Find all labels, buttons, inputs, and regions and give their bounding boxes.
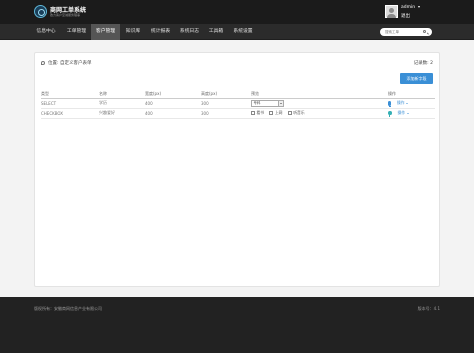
nav-item-customer-management[interactable]: 客户管理: [91, 24, 120, 40]
copyright-text: 版权所有：安徽商网信息产业有限公司: [34, 306, 102, 311]
preview-checkbox-label: 看书: [256, 110, 265, 115]
preview-select-value: 专科: [253, 100, 261, 105]
version-text: 版本号：4.1: [417, 306, 440, 311]
cell-type: CHECKBOX: [41, 108, 99, 119]
cell-actions: 操作: [388, 98, 435, 109]
nav-item-ticket-management[interactable]: 工单管理: [62, 24, 91, 40]
preview-checkbox[interactable]: [287, 111, 292, 115]
chevron-down-icon[interactable]: [406, 102, 409, 104]
column-header-preview: 预览: [251, 90, 388, 99]
table-row: CHECKBOX 兴趣爱好 400 300 看书 上网 听音乐 操作: [41, 108, 435, 119]
content-panel: 位置: 自定义客户表单 记录数: 2 添加新字段 类型 名称 宽度(px) 高度…: [34, 52, 440, 287]
logo-icon: [34, 5, 47, 18]
column-header-actions: 操作: [388, 90, 435, 99]
search-icon[interactable]: [423, 29, 426, 33]
column-header-width: 宽度(px): [145, 90, 201, 99]
nav-item-info-center[interactable]: 信息中心: [30, 24, 62, 40]
add-field-button[interactable]: 添加新字段: [400, 73, 433, 84]
row-action-menu[interactable]: 操作: [397, 100, 405, 105]
preview-checkbox[interactable]: [251, 111, 255, 115]
breadcrumb: 位置: 自定义客户表单: [48, 61, 92, 66]
cell-width: 400: [145, 98, 201, 109]
table-row: SELECT 学历 400 300 专科 操作: [41, 98, 435, 109]
nav-item-statistics[interactable]: 统计报表: [146, 24, 175, 40]
logo-subtitle: 致力客户至诚服务理事: [50, 13, 81, 17]
main-nav: 信息中心 工单管理 客户管理 知识库 统计报表 系统日志 工具箱 系统设置: [0, 24, 474, 40]
avatar[interactable]: [385, 5, 398, 18]
footer: 版权所有：安徽商网信息产业有限公司 版本号：4.1: [0, 297, 474, 353]
preview-checkbox[interactable]: [269, 111, 274, 115]
nav-item-knowledge-base[interactable]: 知识库: [120, 24, 146, 40]
pin-icon[interactable]: [388, 111, 392, 117]
top-bar: 商网工单系统 致力客户至诚服务理事 admin 退出: [0, 0, 474, 24]
chevron-down-icon[interactable]: [418, 6, 420, 8]
column-header-height: 高度(px): [201, 90, 251, 99]
column-header-name: 名称: [99, 90, 145, 99]
dropdown-arrow-icon[interactable]: [278, 100, 283, 106]
row-action-menu[interactable]: 操作: [398, 110, 406, 115]
table-header-row: 类型 名称 宽度(px) 高度(px) 预览 操作: [41, 90, 435, 99]
cell-name: 学历: [99, 98, 145, 109]
preview-checkbox-label: 上网: [274, 110, 283, 115]
column-header-type: 类型: [41, 90, 99, 99]
preview-select[interactable]: 专科: [251, 99, 284, 107]
cell-name: 兴趣爱好: [99, 108, 145, 119]
nav-item-system-settings[interactable]: 系统设置: [228, 24, 258, 40]
nav-item-toolbox[interactable]: 工具箱: [204, 24, 228, 40]
cell-type: SELECT: [41, 98, 99, 109]
microphone-icon[interactable]: [388, 100, 391, 107]
chevron-down-icon[interactable]: [406, 112, 409, 114]
cell-actions: 操作: [388, 108, 435, 119]
cell-preview: 专科: [251, 98, 388, 109]
preview-checkbox-label: 听音乐: [293, 110, 305, 115]
cell-height: 300: [201, 98, 251, 109]
cell-width: 400: [145, 108, 201, 119]
nav-item-system-log[interactable]: 系统日志: [175, 24, 204, 40]
user-name[interactable]: admin: [401, 5, 415, 10]
cell-height: 300: [201, 108, 251, 119]
record-count: 记录数: 2: [413, 61, 433, 66]
custom-fields-table: 类型 名称 宽度(px) 高度(px) 预览 操作 SELECT 学历 400 …: [41, 90, 435, 119]
cell-preview: 看书 上网 听音乐: [251, 108, 388, 119]
logout-link[interactable]: 退出: [401, 13, 410, 19]
location-icon: [41, 61, 45, 65]
